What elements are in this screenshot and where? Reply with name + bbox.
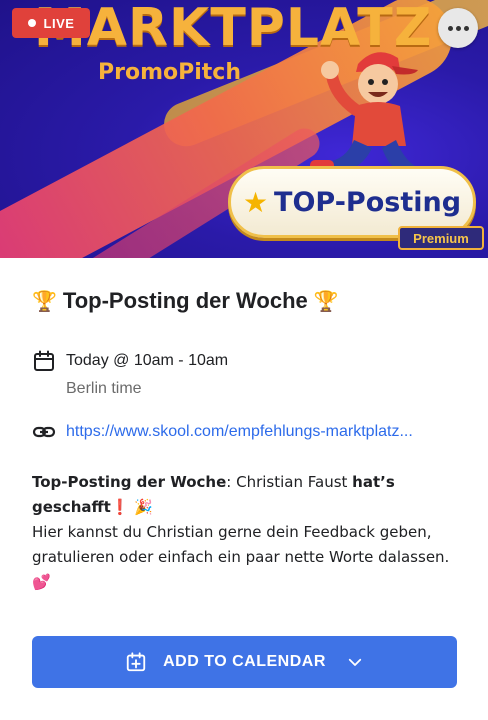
description-body: Hier kannst du Christian gerne dein Feed… [32, 523, 450, 566]
description-bold-title: Top-Posting der Woche [32, 473, 227, 491]
event-date-row: Today @ 10am - 10am Berlin time [32, 349, 228, 401]
event-banner: MARKTPLATZ PromoPitch ★ TOP-Posting Prem… [0, 0, 488, 258]
mascot-illustration [310, 52, 420, 178]
more-dot [463, 25, 469, 31]
description-text: : Christian Faust [226, 473, 353, 491]
event-timezone: Berlin time [66, 380, 142, 397]
trophy-icon: 🏆 [32, 290, 57, 313]
top-posting-label: TOP-Posting [274, 186, 462, 218]
event-title-text: Top-Posting der Woche [62, 288, 308, 313]
party-popper-icon: 🎉 [134, 498, 154, 516]
event-description: Top-Posting der Woche: Christian Faust h… [32, 470, 462, 595]
more-options-button[interactable] [438, 8, 478, 48]
premium-badge: Premium [398, 226, 484, 250]
calendar-plus-icon [126, 652, 146, 672]
exclamation-icon: ❗ [110, 498, 130, 516]
event-link[interactable]: https://www.skool.com/empfehlungs-marktp… [66, 420, 413, 444]
event-title: 🏆 Top-Posting der Woche 🏆 [32, 288, 339, 314]
hearts-icon: 💕 [32, 573, 51, 591]
event-link-row: https://www.skool.com/empfehlungs-marktp… [32, 420, 413, 444]
calendar-icon [34, 350, 54, 371]
more-dot [455, 25, 461, 31]
live-badge: LIVE [12, 8, 90, 38]
event-date-time: Today @ 10am - 10am [66, 352, 229, 369]
add-to-calendar-label: ADD TO CALENDAR [163, 653, 326, 670]
more-horizontal-icon [447, 25, 453, 31]
add-to-calendar-button[interactable]: ADD TO CALENDAR [32, 636, 457, 688]
trophy-icon: 🏆 [313, 290, 339, 313]
star-icon: ★ [242, 186, 269, 218]
banner-subtitle: PromoPitch [98, 60, 242, 85]
chevron-down-icon[interactable] [346, 653, 364, 671]
live-dot-icon [27, 19, 36, 27]
link-icon [32, 426, 56, 438]
live-label: LIVE [43, 15, 75, 31]
